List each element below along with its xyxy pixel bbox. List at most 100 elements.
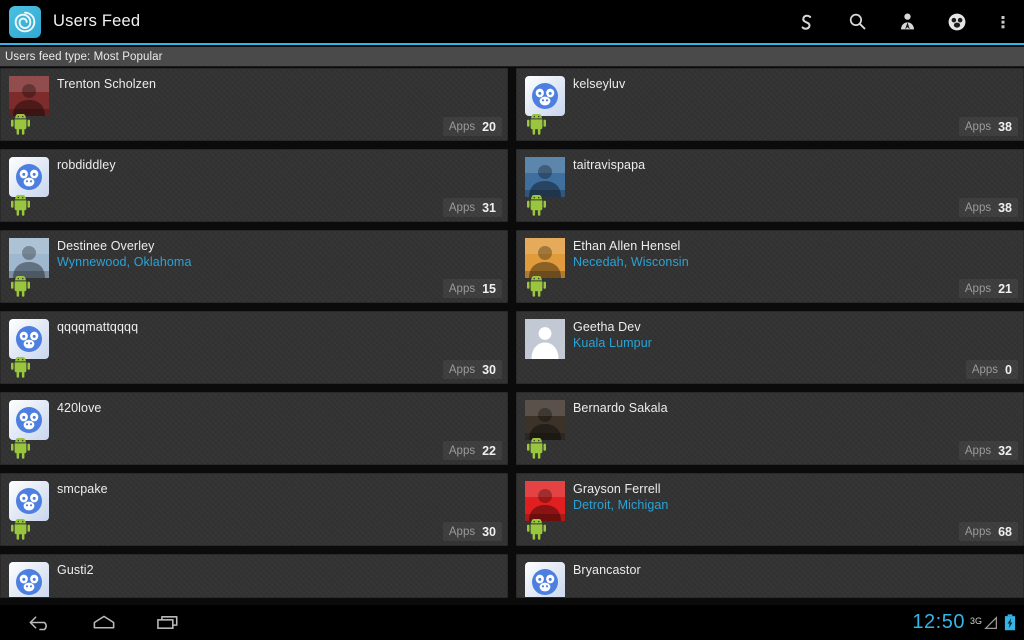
android-robot-icon xyxy=(11,113,30,135)
nav-button-group xyxy=(8,605,200,640)
apps-count: 38 xyxy=(998,119,1012,134)
android-robot-icon xyxy=(527,437,546,459)
apps-label: Apps xyxy=(448,525,476,538)
apps-count-badge: Apps 32 xyxy=(958,441,1018,460)
placeholder-avatar-icon xyxy=(525,319,565,359)
feed-column-right: kelseyluv Apps 38 taitravispapa Apps 38 Ethan … xyxy=(516,68,1024,605)
user-name: Geetha Dev xyxy=(573,320,641,334)
back-button[interactable] xyxy=(8,605,72,640)
home-button[interactable] xyxy=(72,605,136,640)
monkey-avatar-icon xyxy=(525,76,565,116)
user-name: smcpake xyxy=(57,482,108,496)
android-robot-icon xyxy=(527,194,546,216)
apps-label: Apps xyxy=(448,201,476,214)
avatar xyxy=(525,238,565,278)
apps-label: Apps xyxy=(964,120,992,133)
apps-label: Apps xyxy=(971,363,999,376)
user-location: Wynnewood, Oklahoma xyxy=(57,255,192,269)
user-name: kelseyluv xyxy=(573,77,626,91)
android-robot-icon xyxy=(11,275,30,297)
user-name: Destinee Overley xyxy=(57,239,155,253)
user-card[interactable]: robdiddley Apps 31 xyxy=(0,149,508,222)
user-card[interactable]: Grayson Ferrell Detroit, Michigan Apps 68 xyxy=(516,473,1024,546)
search-icon[interactable] xyxy=(832,0,882,44)
apps-count-badge: Apps 31 xyxy=(442,198,502,217)
android-robot-icon xyxy=(527,275,546,297)
overflow-menu-icon[interactable] xyxy=(982,0,1024,44)
apps-label: Apps xyxy=(964,525,992,538)
android-robot-icon xyxy=(11,356,30,378)
android-robot-icon xyxy=(11,194,30,216)
user-card[interactable]: Ethan Allen Hensel Necedah, Wisconsin Apps… xyxy=(516,230,1024,303)
clock: 12:50 xyxy=(912,611,965,633)
user-name: 420love xyxy=(57,401,102,415)
monkey-avatar-icon xyxy=(9,481,49,521)
apps-count: 0 xyxy=(1005,362,1012,377)
user-name: Bryancastor xyxy=(573,563,641,577)
spiral-logo-icon xyxy=(9,5,41,38)
user-location: Necedah, Wisconsin xyxy=(573,255,689,269)
user-card[interactable]: Gusti2 xyxy=(0,554,508,598)
monkey-face-icon[interactable] xyxy=(932,0,982,44)
page-title: Users Feed xyxy=(53,12,141,30)
user-card[interactable]: Trenton Scholzen Apps 20 xyxy=(0,68,508,141)
monkey-avatar-icon xyxy=(9,157,49,197)
system-status-area[interactable]: 12:50 3G xyxy=(912,605,1016,640)
feed-column-left: Trenton Scholzen Apps 20 robdiddley Apps 31 De… xyxy=(0,68,508,605)
apps-count: 22 xyxy=(482,443,496,458)
android-tablet-screen: Users Feed Users feed type: Most Popular… xyxy=(0,0,1024,640)
user-location: Detroit, Michigan xyxy=(573,498,669,512)
android-robot-icon xyxy=(11,437,30,459)
monkey-avatar-icon xyxy=(9,562,49,597)
users-feed-grid[interactable]: Trenton Scholzen Apps 20 robdiddley Apps 31 De… xyxy=(0,68,1024,605)
system-navigation-bar: 12:50 3G xyxy=(0,605,1024,640)
user-card[interactable]: kelseyluv Apps 38 xyxy=(516,68,1024,141)
swirl-icon[interactable] xyxy=(782,0,832,44)
user-card[interactable]: Bernardo Sakala Apps 32 xyxy=(516,392,1024,465)
android-robot-icon xyxy=(11,518,30,540)
apps-count-badge: Apps 38 xyxy=(958,117,1018,136)
apps-count-badge: Apps 20 xyxy=(442,117,502,136)
user-card[interactable]: qqqqmattqqqq Apps 30 xyxy=(0,311,508,384)
user-card[interactable]: Bryancastor xyxy=(516,554,1024,598)
user-name: robdiddley xyxy=(57,158,116,172)
apps-count-badge: Apps 22 xyxy=(442,441,502,460)
apps-label: Apps xyxy=(448,363,476,376)
feed-type-bar[interactable]: Users feed type: Most Popular xyxy=(0,47,1024,67)
person-icon[interactable] xyxy=(882,0,932,44)
apps-label: Apps xyxy=(964,444,992,457)
apps-count: 30 xyxy=(482,524,496,539)
user-card[interactable]: Destinee Overley Wynnewood, Oklahoma Apps 1… xyxy=(0,230,508,303)
apps-count: 32 xyxy=(998,443,1012,458)
avatar xyxy=(525,400,565,440)
network-type-label: 3G xyxy=(969,615,982,626)
battery-charging-icon xyxy=(1004,614,1016,631)
user-card[interactable]: 420love Apps 22 xyxy=(0,392,508,465)
avatar xyxy=(9,238,49,278)
monkey-avatar-icon xyxy=(525,562,565,597)
action-bar: Users Feed xyxy=(0,0,1024,45)
apps-count: 20 xyxy=(482,119,496,134)
user-name: Bernardo Sakala xyxy=(573,401,668,415)
apps-count-badge: Apps 38 xyxy=(958,198,1018,217)
signal-triangle-icon xyxy=(984,615,997,629)
monkey-avatar-icon xyxy=(9,319,49,359)
apps-count-badge: Apps 68 xyxy=(958,522,1018,541)
avatar xyxy=(9,76,49,116)
apps-count: 68 xyxy=(998,524,1012,539)
user-card[interactable]: Geetha Dev Kuala Lumpur Apps 0 xyxy=(516,311,1024,384)
user-card[interactable]: taitravispapa Apps 38 xyxy=(516,149,1024,222)
monkey-avatar-icon xyxy=(9,400,49,440)
user-name: Gusti2 xyxy=(57,563,94,577)
apps-label: Apps xyxy=(448,120,476,133)
apps-count: 30 xyxy=(482,362,496,377)
network-status: 3G xyxy=(970,615,999,631)
user-name: Trenton Scholzen xyxy=(57,77,157,91)
apps-label: Apps xyxy=(448,444,476,457)
user-name: taitravispapa xyxy=(573,158,646,172)
apps-count-badge: Apps 30 xyxy=(442,522,502,541)
avatar xyxy=(525,157,565,197)
apps-count-badge: Apps 21 xyxy=(958,279,1018,298)
recents-button[interactable] xyxy=(136,605,200,640)
user-card[interactable]: smcpake Apps 30 xyxy=(0,473,508,546)
